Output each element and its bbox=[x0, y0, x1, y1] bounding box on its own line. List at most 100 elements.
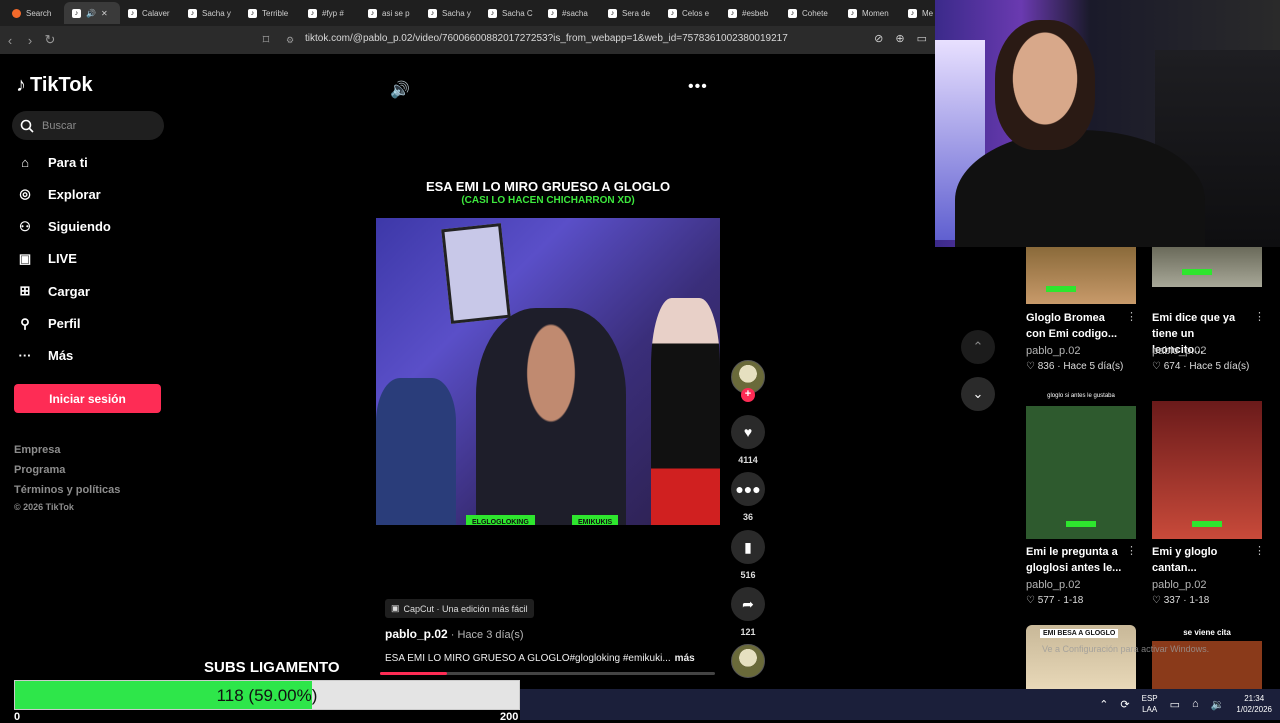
browser-tab[interactable]: ♪ #sacha bbox=[540, 2, 600, 24]
tiktok-favicon-icon: ♪ bbox=[308, 8, 317, 18]
video-thumbnail[interactable] bbox=[1026, 247, 1136, 304]
cast-icon[interactable]: ▭ bbox=[917, 32, 927, 45]
video-stats: ♡ 577 · 1-18 bbox=[1026, 595, 1084, 606]
video-author[interactable]: pablo_p.02 bbox=[1152, 345, 1206, 357]
video-author[interactable]: pablo_p.02 bbox=[1152, 579, 1206, 591]
video-menu-icon[interactable]: ⋮ bbox=[1126, 310, 1137, 323]
caption-more-link[interactable]: más bbox=[675, 653, 695, 664]
tab-label: Search bbox=[26, 8, 52, 18]
author-name[interactable]: pablo_p.02 bbox=[385, 627, 448, 641]
video-tag-left: ELGLOGLOKING bbox=[466, 515, 535, 525]
bookmark-icon[interactable]: ⌑ bbox=[256, 32, 276, 48]
video-progress-bar[interactable] bbox=[380, 672, 715, 675]
video-title[interactable]: Gloglo Bromea con Emi codigo... bbox=[1026, 310, 1122, 342]
subs-goal-text: 118 (59.00%) bbox=[216, 686, 318, 705]
browser-tab[interactable]: ♪ #fyp # bbox=[300, 2, 360, 24]
browser-tab[interactable]: ♪ Me bbox=[900, 2, 935, 24]
sidebar-item-parati[interactable]: ⌂ Para ti bbox=[16, 153, 88, 171]
video-author[interactable]: pablo_p.02 bbox=[1026, 579, 1080, 591]
tiktok-logo[interactable]: ♪ TikTok bbox=[16, 74, 93, 97]
close-icon[interactable]: ✕ bbox=[101, 9, 108, 18]
forward-icon[interactable]: › bbox=[20, 33, 40, 48]
video-author[interactable]: pablo_p.02 · Hace 3 día(s) bbox=[385, 627, 524, 641]
video-likes: 577 bbox=[1037, 595, 1055, 606]
video-menu-icon[interactable]: ⋮ bbox=[1254, 544, 1265, 557]
sidebar-item-ms[interactable]: ··· Más bbox=[16, 347, 74, 365]
browser-tab[interactable]: ♪ Celos e bbox=[660, 2, 720, 24]
comment-button[interactable]: ●●● bbox=[731, 472, 765, 506]
follow-plus-icon[interactable]: + bbox=[741, 388, 755, 402]
video-menu-icon[interactable]: ⋮ bbox=[1126, 544, 1137, 557]
display-icon[interactable]: ▭ bbox=[1170, 698, 1180, 711]
tab-label: Sera de bbox=[622, 8, 651, 18]
sidebar-item-live[interactable]: ▣ LIVE bbox=[16, 250, 77, 268]
browser-tab[interactable]: ♪ Sera de bbox=[600, 2, 660, 24]
search-box[interactable] bbox=[12, 111, 164, 140]
site-info-icon[interactable]: ⚙ bbox=[280, 35, 300, 46]
footer-link-terms[interactable]: Términos y políticas bbox=[14, 484, 120, 496]
browser-tab[interactable]: ♪ asi se p bbox=[360, 2, 420, 24]
browser-tab[interactable]: ♪ Momen bbox=[840, 2, 900, 24]
sidebar-item-siguiendo[interactable]: ⚇ Siguiendo bbox=[16, 218, 111, 236]
url-field[interactable]: tiktok.com/@pablo_p.02/video/76006600882… bbox=[305, 33, 788, 44]
previous-video-button[interactable]: ⌃ bbox=[961, 330, 995, 364]
windows-activation-watermark: Ve a Configuración para activar Windows. bbox=[1042, 644, 1210, 654]
browser-tab[interactable]: ♪ 🔊 ✕ bbox=[64, 2, 120, 24]
browser-tab[interactable]: ♪ Calaver bbox=[120, 2, 180, 24]
browser-tab[interactable]: ♪ #esbeb bbox=[720, 2, 780, 24]
reader-icon[interactable]: ⊘ bbox=[874, 32, 883, 45]
chevron-up-icon[interactable]: ⌃ bbox=[1099, 698, 1108, 711]
video-author[interactable]: pablo_p.02 bbox=[1026, 345, 1080, 357]
video-player[interactable]: ELGLOGLOKING EMIKUKIS bbox=[376, 218, 720, 525]
browser-tab[interactable]: ♪ Sacha C bbox=[480, 2, 540, 24]
video-menu-icon[interactable]: ⋮ bbox=[1254, 310, 1265, 323]
sidebar-item-explorar[interactable]: ◎ Explorar bbox=[16, 185, 100, 203]
capcut-badge[interactable]: ▣ CapCut · Una edición más fácil bbox=[385, 599, 534, 618]
video-thumbnail[interactable]: gloglo si antes le gustaba bbox=[1026, 391, 1136, 539]
browser-tab[interactable]: ♪ Sacha y bbox=[420, 2, 480, 24]
sidebar-item-perfil[interactable]: ⚲ Perfil bbox=[16, 315, 80, 333]
video-thumbnail[interactable]: EMI BESA A GLOGLO bbox=[1026, 625, 1136, 689]
language-bottom: LAA bbox=[1142, 705, 1158, 714]
more-options-icon[interactable]: ••• bbox=[688, 78, 708, 96]
search-input[interactable] bbox=[42, 119, 152, 132]
tiktok-favicon-icon: ♪ bbox=[908, 8, 917, 18]
video-title[interactable]: Emi le pregunta a gloglosi antes le... bbox=[1026, 544, 1122, 576]
tab-label: Calaver bbox=[142, 8, 170, 18]
video-scene-map bbox=[441, 223, 511, 324]
video-thumbnail[interactable] bbox=[1152, 401, 1262, 539]
footer-link-empresa[interactable]: Empresa bbox=[14, 444, 60, 456]
browser-tab[interactable]: Search bbox=[4, 2, 64, 24]
save-button[interactable]: ▮ bbox=[731, 530, 765, 564]
address-bar-icons: ⊘ ⊕ ▭ bbox=[874, 32, 927, 45]
logo-text: TikTok bbox=[30, 74, 93, 96]
speaker-icon[interactable]: 🔉 bbox=[1211, 698, 1225, 711]
browser-tab[interactable]: ♪ Cohete bbox=[780, 2, 840, 24]
sync-icon[interactable]: ⟳ bbox=[1120, 698, 1129, 711]
browser-tab[interactable]: ♪ Sacha y bbox=[180, 2, 240, 24]
zoom-icon[interactable]: ⊕ bbox=[895, 32, 904, 45]
language-indicator[interactable]: ESP LAA bbox=[1142, 693, 1158, 715]
reload-icon[interactable]: ↻ bbox=[40, 32, 60, 48]
sidebar-item-cargar[interactable]: ⊞ Cargar bbox=[16, 282, 90, 300]
tiktok-favicon-icon: ♪ bbox=[72, 8, 81, 18]
next-video-button[interactable]: ⌄ bbox=[961, 377, 995, 411]
footer-link-programa[interactable]: Programa bbox=[14, 464, 65, 476]
sound-avatar[interactable] bbox=[731, 644, 765, 678]
browser-tab[interactable]: ♪ Terrible bbox=[240, 2, 300, 24]
video-title[interactable]: Emi y gloglo cantan... bbox=[1152, 544, 1248, 576]
clock-date: 1/02/2026 bbox=[1236, 705, 1272, 714]
tiktok-sidebar: ♪ TikTok ⌂ Para ti ◎ Explorar ⚇ Siguiendo ▣ LIV… bbox=[0, 54, 178, 690]
volume-icon[interactable]: 🔊 bbox=[390, 80, 410, 100]
thumbnail-tag bbox=[1192, 521, 1222, 527]
network-icon[interactable]: ⌂ bbox=[1192, 698, 1199, 710]
video-thumbnail[interactable] bbox=[1152, 247, 1262, 287]
video-thumbnail[interactable]: se viene cita bbox=[1152, 625, 1262, 689]
like-button[interactable]: ♥ bbox=[731, 415, 765, 449]
share-button[interactable]: ➦ bbox=[731, 587, 765, 621]
login-button[interactable]: Iniciar sesión bbox=[14, 384, 161, 413]
back-icon[interactable]: ‹ bbox=[0, 33, 20, 48]
video-age: 1-18 bbox=[1189, 595, 1210, 606]
clock[interactable]: 21:34 1/02/2026 bbox=[1236, 693, 1272, 715]
tiktok-favicon-icon: ♪ bbox=[728, 8, 737, 18]
